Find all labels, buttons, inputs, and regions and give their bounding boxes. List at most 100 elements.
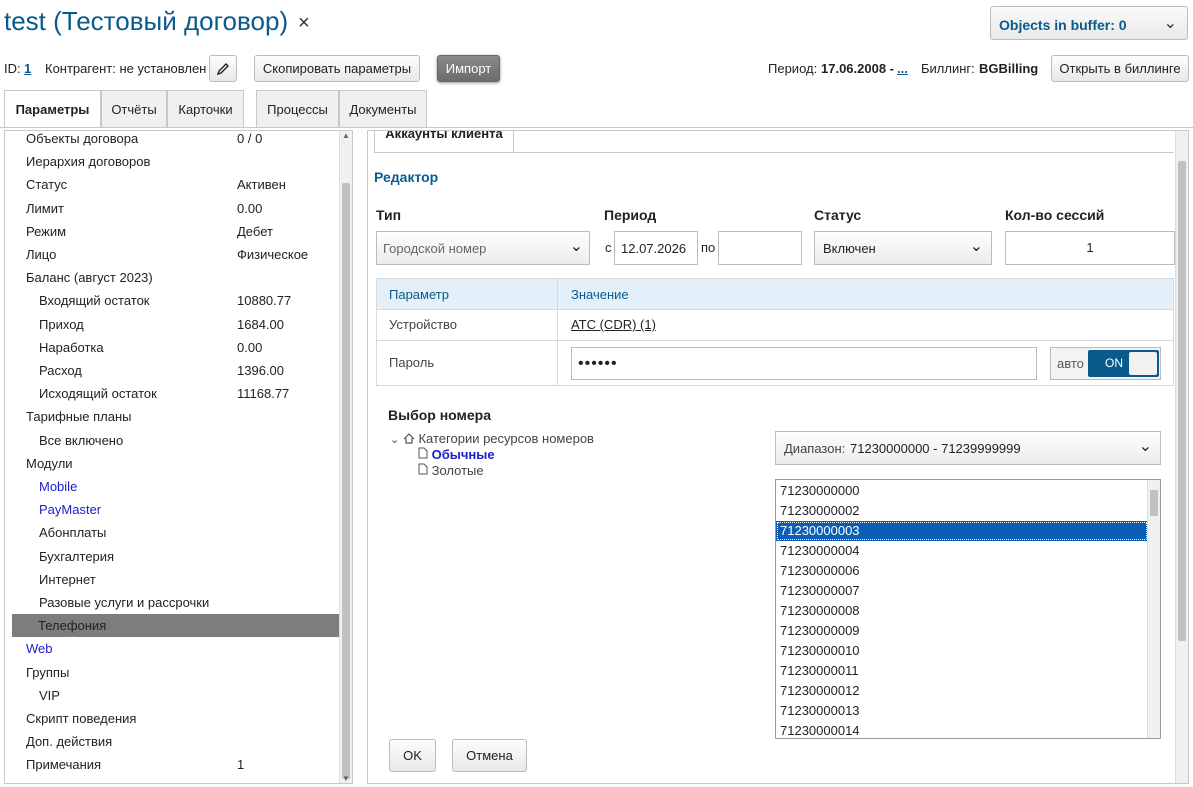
col-param: Параметр	[389, 287, 449, 302]
number-option[interactable]: 71230000010	[776, 641, 1148, 661]
auto-toggle[interactable]: ON	[1088, 350, 1159, 377]
tree-row-value: 0.00	[237, 200, 263, 216]
cancel-button[interactable]: Отмена	[452, 739, 527, 772]
tree-row[interactable]: VIP	[13, 684, 340, 707]
tab-documents[interactable]: Документы	[339, 90, 427, 127]
password-label: Пароль	[389, 355, 435, 370]
import-button[interactable]: Импорт	[437, 55, 500, 82]
tree-row[interactable]: Web	[13, 637, 340, 660]
tree-row[interactable]: Телефония	[12, 614, 339, 638]
number-choice-title: Выбор номера	[388, 407, 492, 423]
number-option[interactable]: 71230000004	[776, 541, 1148, 561]
numbers-scroll-thumb[interactable]	[1150, 490, 1158, 516]
tree-row[interactable]: Группы	[13, 661, 340, 684]
tree-row-label: Входящий остаток	[39, 293, 150, 309]
tree-row-label: Иерархия договоров	[26, 154, 151, 170]
tree-row[interactable]: Исходящий остаток 11168.77	[13, 382, 340, 405]
tree-row[interactable]: Иерархия договоров	[13, 150, 340, 173]
tree-row-value: 0.00	[237, 339, 263, 355]
device-link[interactable]: АТС (CDR) (1)	[571, 317, 656, 332]
number-option[interactable]: 71230000007	[776, 581, 1148, 601]
edit-contragent-button[interactable]	[209, 55, 237, 82]
tree-row[interactable]: Доп. действия	[13, 730, 340, 753]
number-option[interactable]: 71230000002	[776, 501, 1148, 521]
right-scrollbar[interactable]	[1175, 131, 1188, 783]
period-to-input[interactable]	[718, 231, 802, 265]
number-option[interactable]: 71230000006	[776, 561, 1148, 581]
tree-row[interactable]: Лимит 0.00	[13, 197, 340, 220]
tree-row[interactable]: Наработка 0.00	[13, 336, 340, 359]
id-link[interactable]: 1	[24, 61, 31, 76]
tree-row-label: Лицо	[26, 247, 57, 262]
tree-row-label: Доп. действия	[26, 734, 113, 750]
tree-row[interactable]: Скрипт поведения	[13, 707, 340, 730]
period-field-label: Период	[604, 207, 657, 223]
tree-row[interactable]: Входящий остаток 10880.77	[13, 289, 340, 312]
open-billing-button[interactable]: Открыть в биллинге	[1051, 55, 1189, 82]
copy-params-button[interactable]: Скопировать параметры	[254, 55, 420, 82]
tree-item-label: Обычные	[431, 447, 495, 462]
tree-row[interactable]: Бухгалтерия	[13, 545, 340, 568]
number-option[interactable]: 71230000008	[776, 601, 1148, 621]
tab-parameters[interactable]: Параметры	[4, 90, 101, 128]
right-scroll-thumb[interactable]	[1178, 161, 1186, 641]
tab-reports[interactable]: Отчёты	[101, 90, 167, 127]
tree-root[interactable]: ⌄ Категории ресурсов номеров	[390, 431, 594, 446]
tree-row[interactable]: Лицо Физическое	[13, 243, 340, 266]
number-option[interactable]: 71230000014	[776, 721, 1148, 738]
tree-row[interactable]: Разовые услуги и рассрочки	[13, 591, 340, 614]
status-select[interactable]: Включен ⌄	[814, 231, 992, 265]
accounts-panel: Аккаунты клиента Редактор Тип Городской …	[367, 130, 1189, 784]
tree-item-regular[interactable]: Обычные	[418, 447, 495, 462]
chevron-down-icon: ⌄	[969, 238, 983, 255]
type-select[interactable]: Городской номер ⌄	[376, 231, 590, 265]
ok-button[interactable]: OK	[389, 739, 436, 772]
tree-row[interactable]: Mobile	[13, 475, 340, 498]
tree-row[interactable]: Объекты договора 0 / 0	[13, 131, 340, 150]
tree-row-label: Модули	[26, 455, 73, 471]
tree-row[interactable]: Интернет	[13, 568, 340, 591]
tree-item-gold[interactable]: Золотые	[418, 463, 484, 478]
tree-row[interactable]: Все включено	[13, 429, 340, 452]
tree-row[interactable]: Приход 1684.00	[13, 313, 340, 336]
tree-row[interactable]: Статус Активен	[13, 173, 340, 196]
period-link[interactable]: ...	[897, 61, 908, 76]
tree-row-label: Баланс (август 2023)	[26, 270, 153, 286]
tree-row-label: Все включено	[39, 432, 124, 448]
left-scrollbar[interactable]: ▲ ▼	[339, 131, 352, 783]
number-option[interactable]: 71230000012	[776, 681, 1148, 701]
tree-row[interactable]: Режим Дебет	[13, 220, 340, 243]
buffer-dropdown[interactable]: Objects in buffer: 0 ⌄	[990, 6, 1188, 40]
left-scroll-thumb[interactable]	[342, 183, 350, 779]
billing-label: Биллинг:	[921, 61, 975, 76]
number-option[interactable]: 71230000011	[776, 661, 1148, 681]
range-label: Диапазон:	[784, 441, 846, 456]
sessions-input[interactable]: 1	[1005, 231, 1175, 265]
password-input[interactable]: ••••••	[571, 347, 1037, 380]
tab-cards[interactable]: Карточки	[167, 90, 244, 127]
tree-row[interactable]: Баланс (август 2023)	[13, 266, 340, 289]
tree-row[interactable]: PayMaster	[13, 498, 340, 521]
tree-row-label: VIP	[39, 687, 60, 703]
tree-row-label: Объекты договора	[26, 131, 139, 146]
numbers-list[interactable]: 71230000000 71230000002 71230000003 7123000…	[775, 479, 1161, 739]
number-option[interactable]: 71230000009	[776, 621, 1148, 641]
tree-row[interactable]: Примечания 1	[13, 753, 340, 776]
number-option[interactable]: 71230000013	[776, 701, 1148, 721]
numbers-scrollbar[interactable]	[1147, 480, 1160, 738]
number-option[interactable]: 71230000000	[776, 481, 1148, 501]
subtab-accounts[interactable]: Аккаунты клиента	[374, 131, 514, 153]
number-option[interactable]: 71230000003	[776, 521, 1148, 541]
close-icon[interactable]: ×	[298, 12, 310, 35]
period-from-input[interactable]: 12.07.2026	[614, 231, 698, 265]
tree-row[interactable]: Тарифные планы	[13, 405, 340, 428]
tree-row[interactable]: Модули	[13, 452, 340, 475]
contragent-text: Контрагент: не установлен	[45, 61, 207, 76]
period-from-prefix: с	[605, 240, 612, 255]
tree-row[interactable]: Абонплаты	[13, 521, 340, 544]
tree-row-label: Лимит	[26, 200, 64, 216]
tab-processes[interactable]: Процессы	[256, 90, 339, 127]
range-select[interactable]: Диапазон: 71230000000 - 71239999999 ⌄	[775, 431, 1161, 465]
tree-row[interactable]: Расход 1396.00	[13, 359, 340, 382]
tree-row-label: Исходящий остаток	[39, 386, 157, 402]
